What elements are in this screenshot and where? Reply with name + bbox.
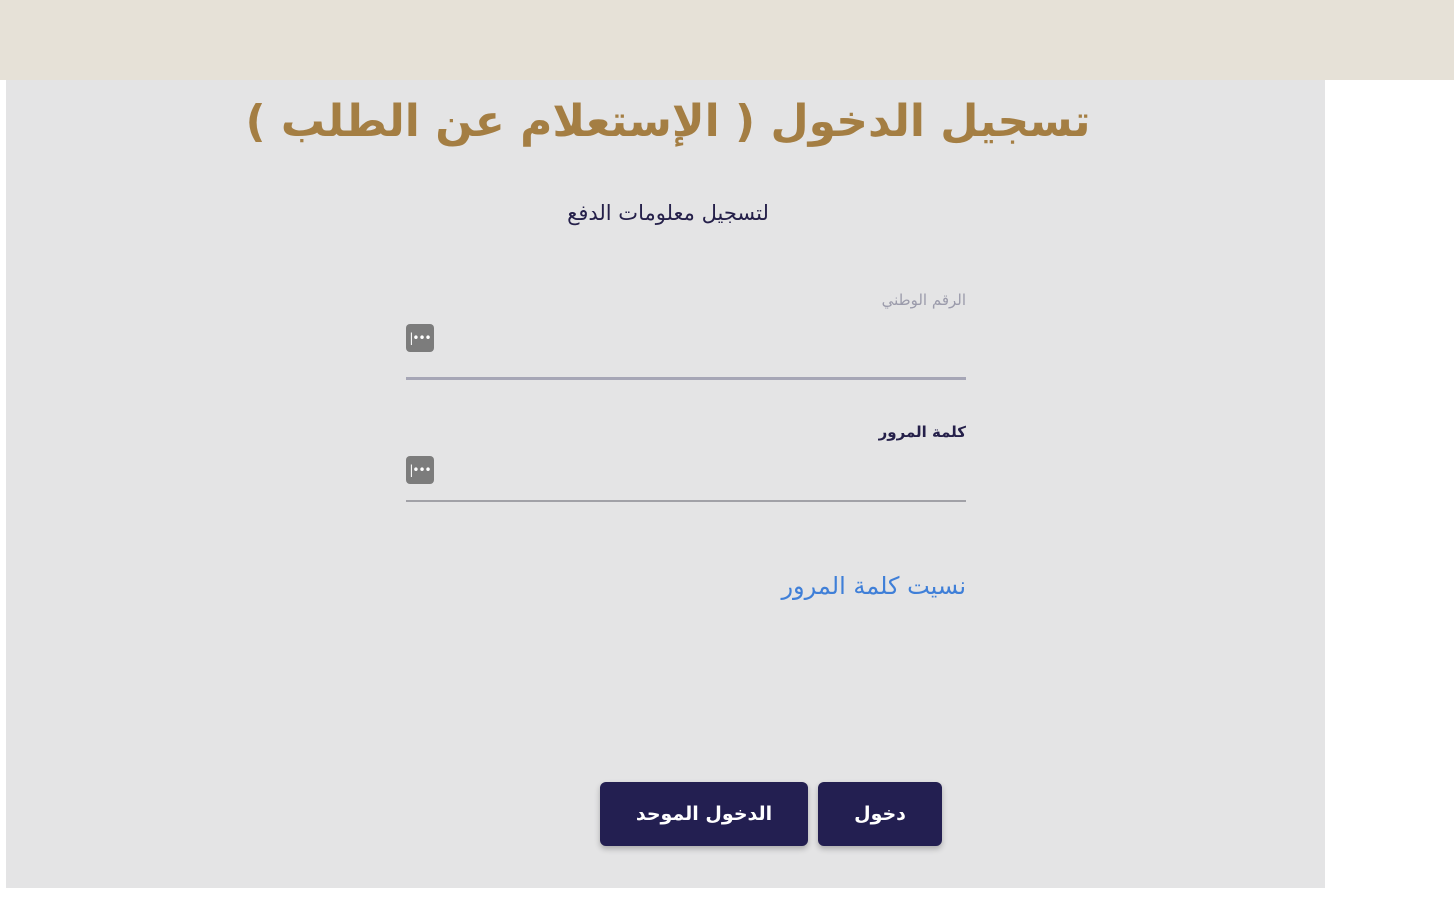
key-icon[interactable]: •••| [406,456,434,484]
national-id-row: •••| [406,314,966,380]
password-underline [406,500,966,502]
page-subtitle: لتسجيل معلومات الدفع [567,201,769,225]
password-field: كلمة المرور •••| [406,418,966,502]
national-id-label: الرقم الوطني [881,291,966,309]
unified-login-button[interactable]: الدخول الموحد [600,782,808,846]
page-title: تسجيل الدخول ( الإستعلام عن الطلب ) [245,96,1091,147]
national-id-input[interactable] [450,322,964,360]
password-row: •••| [406,446,966,502]
key-icon[interactable]: •••| [406,324,434,352]
top-bar [0,0,1454,80]
password-label: كلمة المرور [878,423,966,441]
password-input[interactable] [450,454,964,492]
forgot-password-link[interactable]: نسيت كلمة المرور [406,568,966,604]
national-id-underline [406,377,966,380]
login-button[interactable]: دخول [818,782,942,846]
national-id-field: الرقم الوطني •••| [406,286,966,380]
